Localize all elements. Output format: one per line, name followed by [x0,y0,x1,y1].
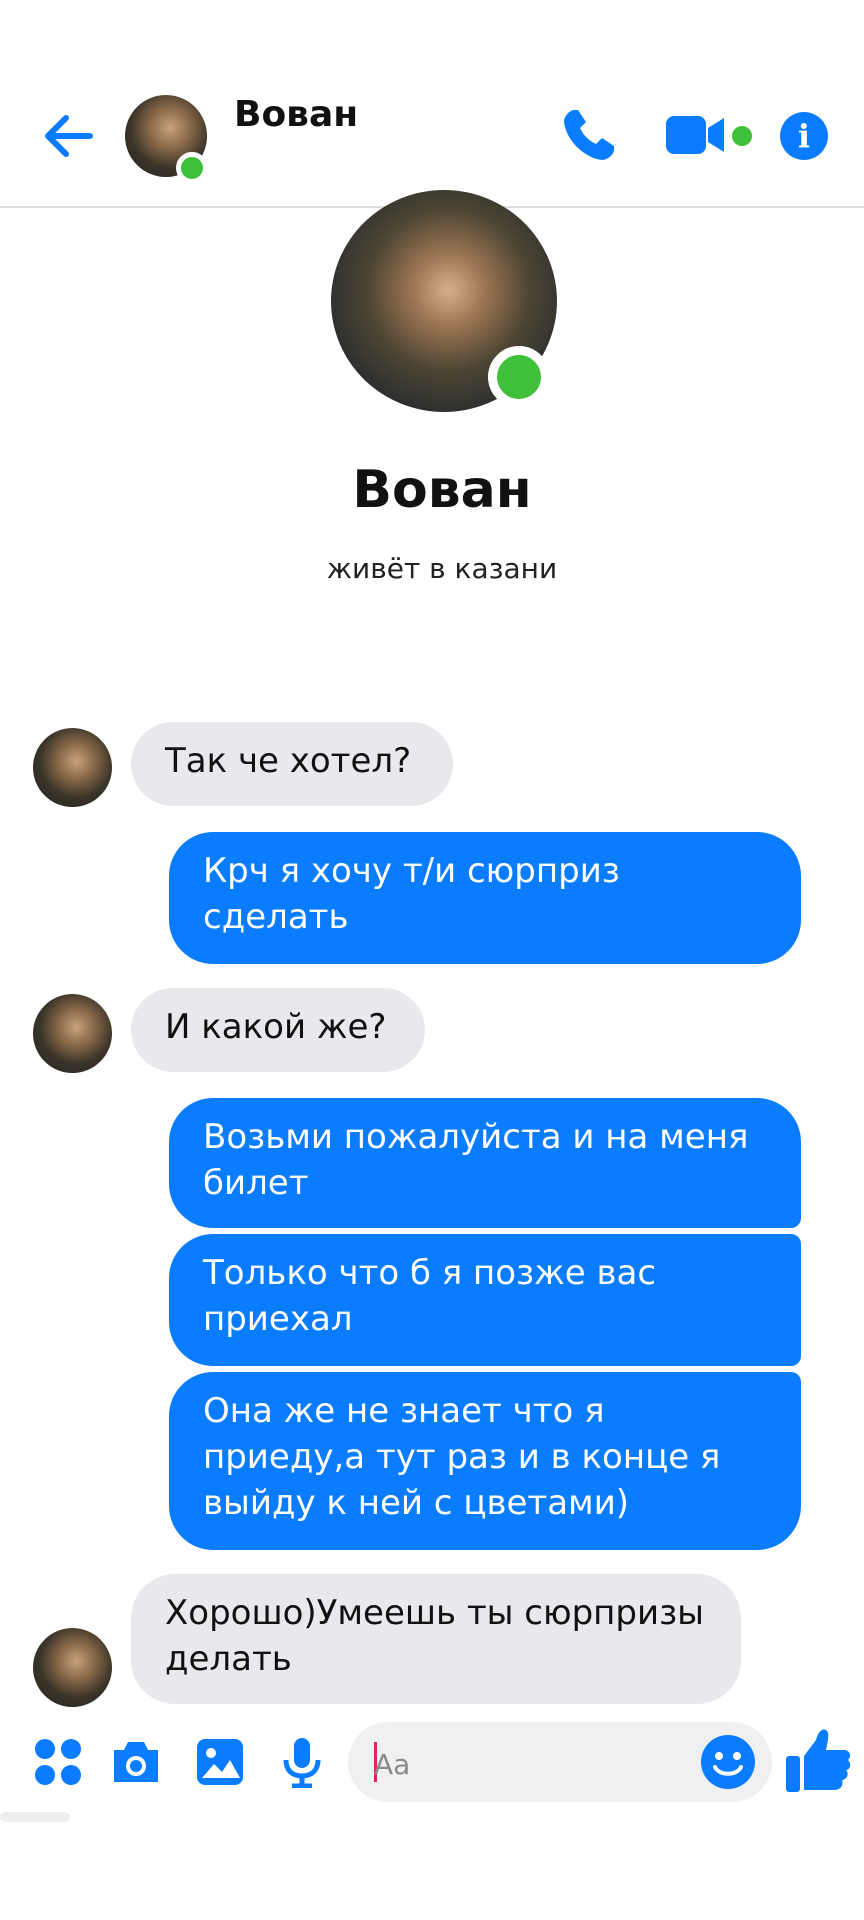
message-text: Так че хотел? [165,741,412,781]
message-bubble-outgoing[interactable]: Только что б я позже вас приехал [169,1234,801,1366]
phone-icon[interactable] [560,106,618,164]
message-bubble-outgoing[interactable]: Возьми пожалуйста и на меня билет [169,1098,801,1228]
message-avatar[interactable] [33,994,112,1073]
bottom-edge-indicator [0,1812,70,1822]
message-bubble-outgoing[interactable]: Крч я хочу т/и сюрприз сделать [169,832,801,964]
message-avatar[interactable] [33,728,112,807]
message-bubble-incoming[interactable]: И какой же? [131,988,425,1072]
microphone-icon[interactable] [276,1736,328,1788]
message-input-placeholder: Aa [374,1748,411,1781]
message-avatar[interactable] [33,1628,112,1707]
profile-status: живёт в казани [326,552,558,585]
back-arrow-icon[interactable] [40,108,96,164]
smiley-icon[interactable] [700,1734,756,1790]
message-bubble-incoming[interactable]: Хорошо)Умеешь ты сюрпризы делать [131,1574,741,1704]
info-icon[interactable]: i [780,112,828,160]
camera-icon[interactable] [110,1736,162,1788]
online-status-dot [176,152,208,184]
message-text: Только что б я позже вас приехал [203,1253,657,1339]
profile-name: Вован [352,460,532,520]
chat-header: Вован i [0,0,864,208]
message-bubble-outgoing[interactable]: Она же не знает что я приеду,а тут раз и… [169,1372,801,1550]
message-bubble-incoming[interactable]: Так че хотел? [131,722,453,806]
message-text: Она же не знает что я приеду,а тут раз и… [203,1391,721,1523]
message-text: И какой же? [165,1007,387,1047]
four-dots-menu-icon[interactable] [32,1736,84,1788]
profile-online-dot [488,346,550,408]
video-camera-icon[interactable] [666,112,728,158]
message-text: Возьми пожалуйста и на меня билет [203,1117,749,1203]
thumbs-up-icon[interactable] [784,1726,852,1796]
contact-name[interactable]: Вован [234,94,358,135]
message-text: Хорошо)Умеешь ты сюрпризы делать [165,1593,705,1679]
message-text: Крч я хочу т/и сюрприз сделать [203,851,620,937]
video-active-dot [732,126,752,146]
image-gallery-icon[interactable] [194,1736,246,1788]
